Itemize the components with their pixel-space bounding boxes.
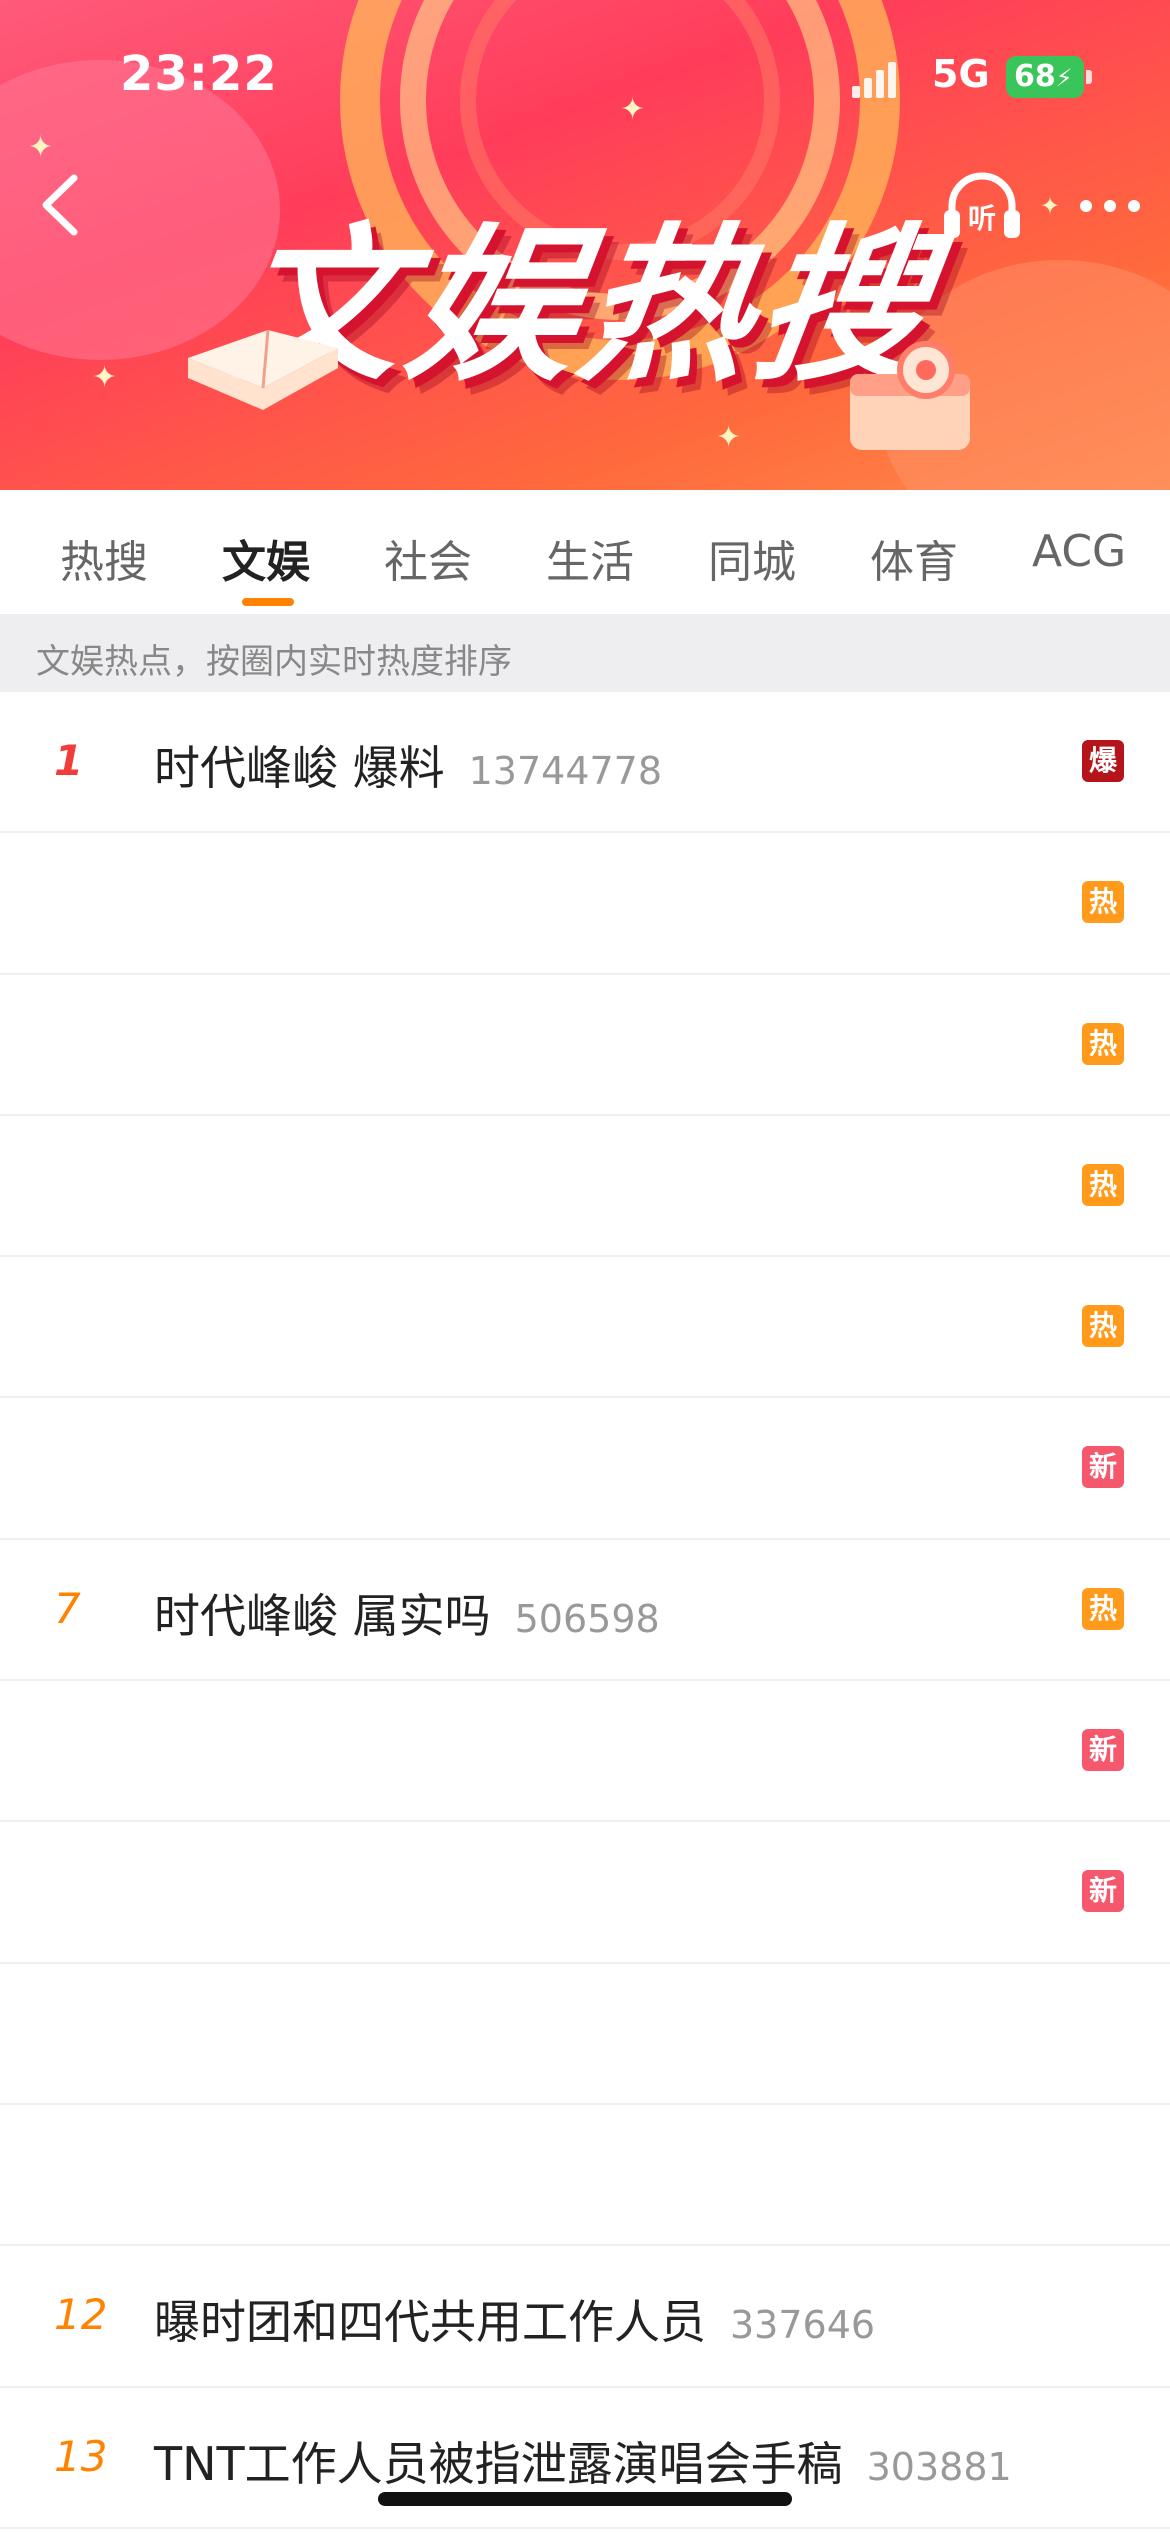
topic-text: 时代峰峻 爆料 <box>154 741 445 795</box>
list-item[interactable]: 10 <box>0 1964 1170 2105</box>
status-badge: 新 <box>1082 1870 1124 1913</box>
topic-text: 曝时团和四代共用工作人员 <box>154 2295 706 2350</box>
tab-entertainment[interactable]: 文娱 <box>222 526 310 590</box>
camera-icon <box>850 341 970 450</box>
list-item[interactable]: 1 时代峰峻 爆料 13744778 爆 <box>0 692 1170 834</box>
tab-hot-search[interactable]: 热搜 <box>60 526 148 590</box>
list-item[interactable]: 2热 <box>0 833 1170 975</box>
tab-acg[interactable]: ACG <box>1032 526 1126 577</box>
heat-count: 13744778 <box>468 749 663 793</box>
rank-number: 12 <box>54 2290 108 2340</box>
rank-number: 6 <box>54 1442 114 1491</box>
topic-text: 时代峰峻 属实吗 <box>154 1588 491 1643</box>
list-item[interactable]: 5热 <box>0 1257 1170 1399</box>
list-item[interactable]: 8新 <box>0 1681 1170 1823</box>
topic-title <box>154 873 178 927</box>
category-tabs: 热搜 文娱 社会 生活 同城 体育 ACG <box>0 490 1170 614</box>
heat-count: 303881 <box>866 2444 1012 2489</box>
topic-title <box>154 1015 178 1069</box>
topic-title: 时代峰峻 属实吗 506598 <box>154 1580 660 1646</box>
svg-text:✦: ✦ <box>1040 192 1060 220</box>
heat-count: 506598 <box>514 1596 660 1641</box>
status-badge: 热 <box>1082 881 1124 924</box>
tab-local[interactable]: 同城 <box>708 526 796 590</box>
sparkle-icon: ✦ <box>92 360 118 395</box>
battery-level: 68 <box>1014 59 1056 94</box>
rank-number: 13 <box>54 2431 108 2481</box>
rank-number: 3 <box>54 1019 114 1068</box>
tab-sports[interactable]: 体育 <box>870 526 958 590</box>
banner: ✦ ✦ ✦ ✦ 23:22 5G 68⚡ 文娱热搜 听 ✦ <box>0 0 1170 490</box>
headphones-icon[interactable]: 听 <box>940 166 1024 246</box>
topic-title: TNT工作人员被指泄露演唱会手稿 303881 <box>154 2428 1012 2494</box>
rank-number: 9 <box>54 1866 114 1915</box>
signal-icon <box>852 62 900 98</box>
tab-society[interactable]: 社会 <box>384 526 472 590</box>
rank-number: 2 <box>54 877 114 926</box>
status-badge: 新 <box>1082 1446 1124 1489</box>
topic-title <box>154 2145 178 2199</box>
status-badge: 爆 <box>1082 740 1124 782</box>
status-badge: 新 <box>1082 1729 1124 1772</box>
topic-title <box>154 1297 178 1351</box>
tab-life[interactable]: 生活 <box>546 526 634 590</box>
topic-title: 时代峰峻 爆料 13744778 <box>154 732 662 798</box>
active-tab-indicator <box>242 598 294 606</box>
status-badge: 热 <box>1082 1587 1124 1630</box>
hot-search-list: 1时代峰峻 爆料13744778爆2热3热4热5热6新7时代峰峻 属实吗5065… <box>0 692 1170 2529</box>
battery-icon: 68⚡ <box>1006 56 1084 98</box>
topic-title <box>154 1438 178 1492</box>
list-item[interactable]: 6新 <box>0 1398 1170 1540</box>
list-item[interactable]: 13 TNT工作人员被指泄露演唱会手稿 303881 <box>0 2388 1170 2529</box>
sparkle-icon: ✦ <box>28 130 54 165</box>
list-item[interactable]: 9新 <box>0 1822 1170 1964</box>
topic-title: 曝时团和四代共用工作人员 337646 <box>154 2286 875 2352</box>
rank-number: 11 <box>54 2149 114 2198</box>
book-icon <box>188 329 338 410</box>
list-item[interactable]: 3热 <box>0 975 1170 1116</box>
back-icon[interactable] <box>30 170 90 240</box>
network-type: 5G <box>932 52 990 96</box>
sparkle-icon: ✦ <box>716 420 742 455</box>
status-badge: 热 <box>1082 1163 1124 1206</box>
topic-title <box>154 2004 178 2058</box>
topic-title <box>154 1862 178 1916</box>
list-item[interactable]: 11 <box>0 2105 1170 2247</box>
topic-title <box>154 1156 178 1210</box>
rank-number: 7 <box>54 1583 81 1633</box>
topic-text: TNT工作人员被指泄露演唱会手稿 <box>154 2436 843 2491</box>
list-item[interactable]: 12 曝时团和四代共用工作人员 337646 <box>0 2246 1170 2388</box>
subtitle-bar: 文娱热点，按圈内实时热度排序 <box>0 614 1170 692</box>
list-item[interactable]: 7 时代峰峻 属实吗 506598 热 <box>0 1540 1170 1682</box>
status-time: 23:22 <box>120 46 278 102</box>
rank-number: 10 <box>54 2008 114 2057</box>
status-badge: 热 <box>1082 1305 1124 1348</box>
status-badge: 热 <box>1082 1022 1124 1065</box>
rank-number: 1 <box>54 736 84 785</box>
list-item[interactable]: 4热 <box>0 1116 1170 1258</box>
battery-cap <box>1086 70 1092 84</box>
heat-count: 337646 <box>730 2303 876 2348</box>
home-indicator <box>378 2492 792 2506</box>
rank-number: 8 <box>54 1725 114 1774</box>
rank-number: 5 <box>54 1301 114 1350</box>
listen-label: 听 <box>968 202 996 235</box>
more-icon[interactable]: ✦ <box>1040 190 1150 220</box>
rank-number: 4 <box>54 1160 114 1209</box>
sparkle-icon: ✦ <box>620 92 646 127</box>
topic-title <box>154 1721 178 1775</box>
subtitle-text: 文娱热点，按圈内实时热度排序 <box>36 642 512 682</box>
